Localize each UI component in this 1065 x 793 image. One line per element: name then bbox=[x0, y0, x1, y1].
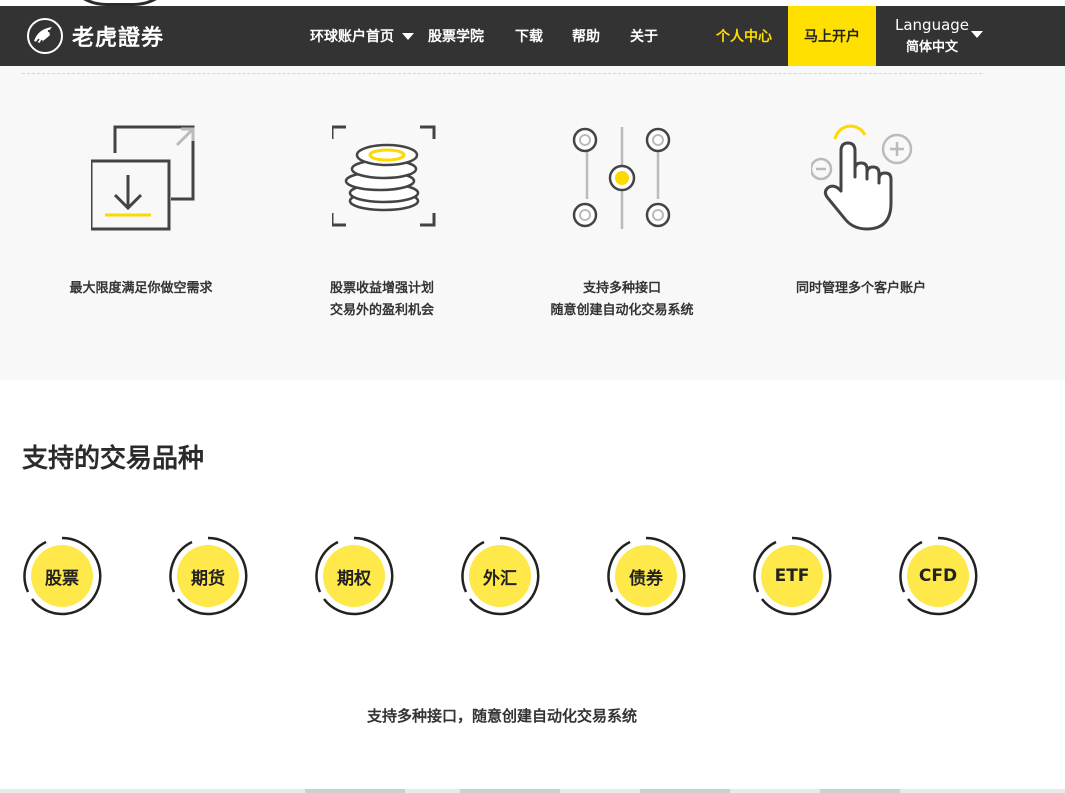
header: 老虎證券 环球账户首页 股票学院 下载 帮助 关于 个人中心 马上开户 Lang… bbox=[0, 6, 1065, 66]
nav-academy[interactable]: 股票学院 bbox=[428, 6, 484, 66]
variety-6[interactable]: CFD bbox=[898, 536, 978, 616]
tiger-logo-icon bbox=[27, 18, 63, 54]
nav-academy-label: 股票学院 bbox=[428, 29, 484, 45]
feature-line: 随意创建自动化交易系统 bbox=[550, 303, 694, 318]
variety-label: 外汇 bbox=[483, 568, 517, 589]
logo-text: 老虎證券 bbox=[72, 26, 165, 51]
language-title: Language bbox=[895, 16, 970, 34]
varieties-title: 支持的交易品种 bbox=[22, 444, 205, 474]
hand-touch-icon bbox=[811, 124, 913, 231]
variety-1[interactable]: 期货 bbox=[168, 536, 248, 616]
download-frame-icon bbox=[91, 125, 195, 231]
variety-label: 期货 bbox=[191, 568, 225, 589]
variety-label: ETF bbox=[774, 566, 810, 586]
chevron-down-icon bbox=[402, 32, 414, 40]
nav-help-label: 帮助 bbox=[572, 29, 600, 45]
nav-about-label: 关于 bbox=[630, 29, 658, 45]
feature-line: 股票收益增强计划 bbox=[329, 281, 434, 296]
feature-line: 交易外的盈利机会 bbox=[329, 303, 434, 318]
variety-label: 债券 bbox=[629, 568, 663, 589]
nav-home-label: 环球账户首页 bbox=[310, 29, 394, 45]
nav-help[interactable]: 帮助 bbox=[572, 6, 600, 66]
variety-0[interactable]: 股票 bbox=[22, 536, 102, 616]
variety-2[interactable]: 期权 bbox=[314, 536, 394, 616]
user-center-link[interactable]: 个人中心 bbox=[716, 6, 772, 66]
bottom-strip bbox=[0, 789, 1065, 793]
variety-5[interactable]: ETF bbox=[752, 536, 832, 616]
open-account-button[interactable]: 马上开户 bbox=[788, 6, 876, 66]
nav-home[interactable]: 环球账户首页 bbox=[310, 6, 414, 66]
divider bbox=[22, 73, 982, 74]
coins-stack-icon bbox=[332, 125, 436, 227]
feature-short-selling-text: 最大限度满足你做空需求 bbox=[26, 278, 256, 300]
variety-label: CFD bbox=[918, 566, 958, 586]
interfaces-icon bbox=[572, 127, 671, 229]
feature-interfaces-text: 支持多种接口 随意创建自动化交易系统 bbox=[507, 278, 737, 322]
feature-yield-text: 股票收益增强计划 交易外的盈利机会 bbox=[267, 278, 497, 322]
language-selector[interactable]: Language 简体中文 bbox=[895, 16, 969, 55]
feature-line: 最大限度满足你做空需求 bbox=[69, 281, 213, 296]
feature-line: 同时管理多个客户账户 bbox=[795, 281, 926, 296]
language-chevron-down-icon[interactable] bbox=[971, 31, 983, 38]
bottom-text: 支持多种接口，随意创建自动化交易系统 bbox=[366, 707, 637, 725]
features-section: 最大限度满足你做空需求 股票收益增强计划 交易外的盈利机会 支持多种接口 随意创… bbox=[0, 66, 1065, 380]
variety-label: 股票 bbox=[45, 568, 79, 589]
nav-about[interactable]: 关于 bbox=[630, 6, 658, 66]
nav-download[interactable]: 下载 bbox=[515, 6, 543, 66]
variety-4[interactable]: 债券 bbox=[606, 536, 686, 616]
feature-line: 支持多种接口 bbox=[582, 281, 661, 296]
logo[interactable]: 老虎證券 bbox=[26, 17, 164, 55]
language-value: 简体中文 bbox=[906, 40, 959, 55]
feature-multi-account-text: 同时管理多个客户账户 bbox=[746, 278, 976, 300]
variety-label: 期权 bbox=[337, 568, 371, 589]
variety-3[interactable]: 外汇 bbox=[460, 536, 540, 616]
nav-download-label: 下载 bbox=[515, 29, 543, 45]
